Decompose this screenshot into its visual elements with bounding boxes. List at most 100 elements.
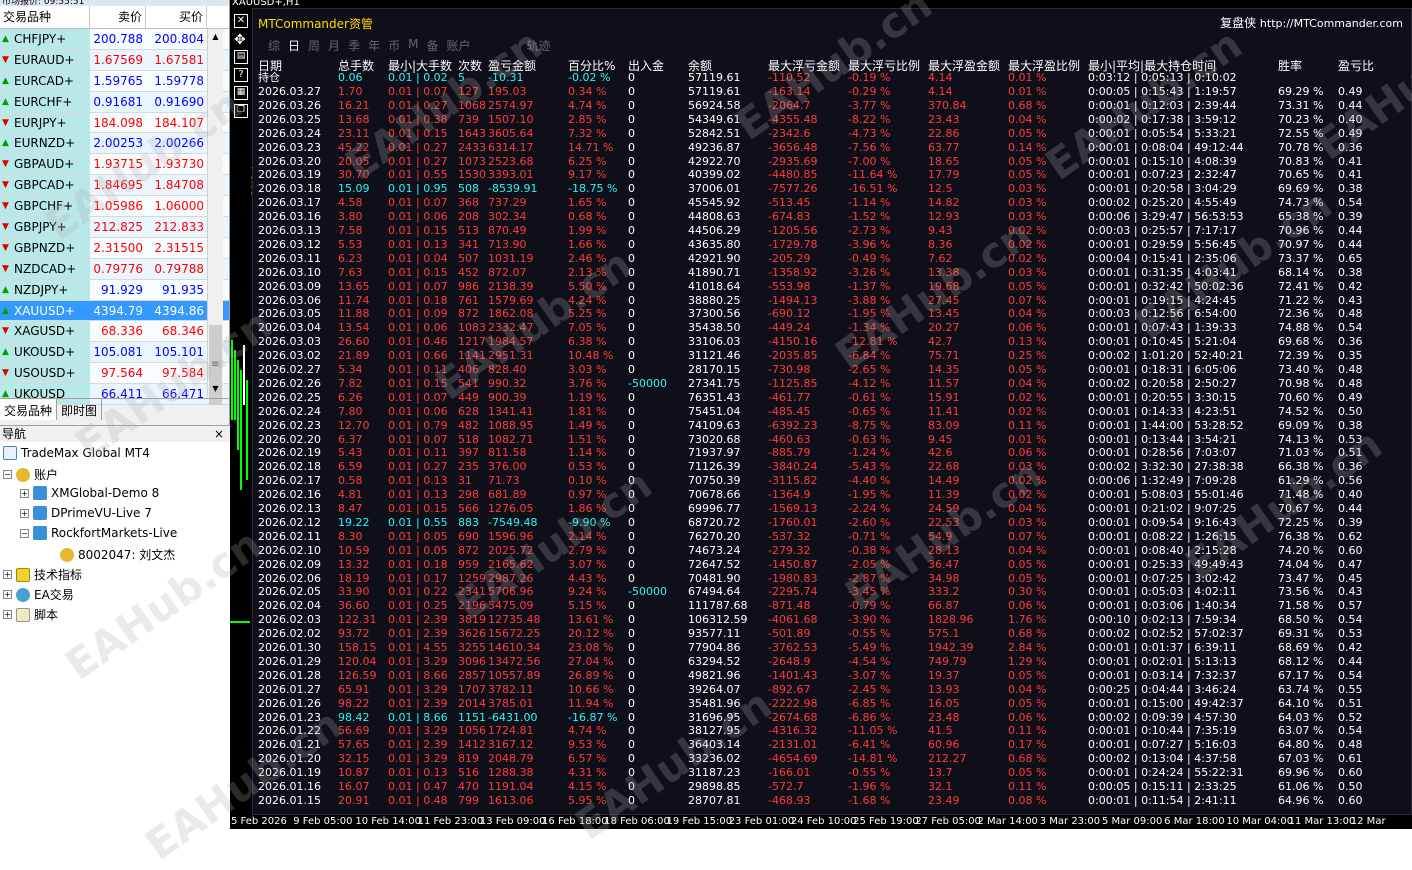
row-cell: 0.56 xyxy=(1338,474,1363,488)
column-header: 胜率 xyxy=(1278,59,1303,73)
row-cell: 0.44 xyxy=(1338,654,1363,668)
window-icon[interactable]: ❐ xyxy=(234,104,248,118)
tree-indicators[interactable]: + 技术指标 xyxy=(3,566,82,583)
row-cell: 74.20 % xyxy=(1278,543,1324,557)
row-cell: -501.89 xyxy=(768,627,811,641)
tree-ea[interactable]: + EA交易 xyxy=(3,586,74,603)
period-tab[interactable]: 月 xyxy=(328,37,340,54)
expand-icon[interactable]: + xyxy=(3,610,12,619)
tree-root[interactable]: TradeMax Global MT4 xyxy=(3,446,150,460)
row-cell: 27341.75 xyxy=(688,376,741,390)
row-cell: 0.05 % xyxy=(1008,766,1047,780)
up-arrow-icon: ▲ xyxy=(2,33,9,44)
tree-server-rockfort[interactable]: − RockfortMarkets-Live xyxy=(20,526,177,540)
list-icon[interactable]: ▤ xyxy=(234,50,248,64)
scroll-up-arrow-icon[interactable]: ▲ xyxy=(208,29,223,44)
market-watch-row[interactable]: ▼ EURJPY+ 184.098 184.107 xyxy=(0,112,229,134)
row-cell: 127 xyxy=(458,85,479,98)
market-watch-row[interactable]: ▲ NZDJPY+ 91.929 91.935 xyxy=(0,279,229,301)
header-symbol[interactable]: 交易品种 xyxy=(0,6,90,28)
period-tab[interactable]: 年 xyxy=(368,37,380,54)
chart-window[interactable]: XAUUSD+,H1 ✕ ✥ ▤ ? ▦ ❐ V 8.08 MTCommande… xyxy=(230,0,1412,829)
header-ask[interactable]: 买价 xyxy=(146,6,207,28)
grid-icon[interactable]: ▦ xyxy=(234,86,248,100)
row-cell: 2026.03.10 xyxy=(258,265,321,279)
symbol-label: GBPAUD+ xyxy=(14,157,75,172)
tree-server-dprime[interactable]: + DPrimeVU-Live 7 xyxy=(20,506,152,520)
row-cell: 2026.01.22 xyxy=(258,724,321,738)
scroll-down-arrow-icon[interactable]: ▼ xyxy=(208,381,223,396)
row-cell: 12.93 xyxy=(928,210,960,224)
market-watch-row[interactable]: ▲ EURCHF+ 0.91681 0.91690 xyxy=(0,91,229,113)
tab-tick-chart[interactable]: 即时图 xyxy=(57,399,103,420)
expand-icon[interactable]: + xyxy=(20,508,29,518)
header-bid[interactable]: 卖价 xyxy=(90,6,146,28)
tree-scripts[interactable]: + 脚本 xyxy=(3,606,58,623)
expand-icon[interactable]: + xyxy=(3,590,12,599)
market-watch-row[interactable]: ▲ UKOUSD+ 105.081 105.101 xyxy=(0,342,229,364)
market-watch-row[interactable]: ▼ GBPCAD+ 1.84695 1.84708 xyxy=(0,175,229,197)
close-icon[interactable]: ✕ xyxy=(234,14,248,28)
row-cell: 0.49 xyxy=(1338,390,1363,404)
row-cell: 68720.72 xyxy=(688,515,741,529)
period-tab[interactable]: 季 xyxy=(348,37,360,54)
period-tab[interactable]: 日 xyxy=(288,37,300,54)
row-cell: 0 xyxy=(628,599,635,613)
period-tab[interactable]: 周 xyxy=(308,37,320,54)
collapse-icon[interactable]: − xyxy=(20,528,29,538)
market-watch-scrollbar[interactable]: ▲ ≡ ▼ xyxy=(207,29,223,405)
tree-server-xm[interactable]: + XMGlobal-Demo 8 xyxy=(20,486,159,500)
row-cell: 0 xyxy=(628,404,635,418)
market-watch-row[interactable]: ▲ CHFJPY+ 200.788 200.804 xyxy=(0,29,229,50)
period-tab[interactable]: 轨迹 xyxy=(527,37,551,54)
tab-symbols[interactable]: 交易品种 xyxy=(0,399,58,420)
expand-icon[interactable]: + xyxy=(20,488,29,498)
market-watch-row[interactable]: ▼ GBPNZD+ 2.31500 2.31515 xyxy=(0,237,229,259)
tree-account-item[interactable]: 8002047: 刘文杰 xyxy=(60,546,175,563)
market-watch-row[interactable]: ▼ XAGUSD+ 68.336 68.346 xyxy=(0,321,229,343)
row-cell: 0.42 xyxy=(1338,279,1363,293)
time-axis-label: 16 Feb 18:00 xyxy=(542,816,608,827)
period-tab[interactable]: 备 xyxy=(426,37,438,54)
market-watch-row[interactable]: ▲ EURNZD+ 2.00253 2.00266 xyxy=(0,133,229,155)
market-watch-row[interactable]: ▲ EURCAD+ 1.59765 1.59778 xyxy=(0,70,229,92)
row-cell: 0.05 % xyxy=(1008,696,1047,710)
market-watch-row[interactable]: ▼ USOUSD+ 97.564 97.584 xyxy=(0,363,229,385)
row-cell: 0.04 % xyxy=(1008,376,1047,390)
up-arrow-icon: ▲ xyxy=(2,75,9,86)
ask-cell: 91.935 xyxy=(162,282,204,297)
market-watch-row[interactable]: ▼ EURAUD+ 1.67569 1.67581 xyxy=(0,49,229,71)
replay-url[interactable]: http://MTCommander.com xyxy=(1260,17,1403,30)
collapse-icon[interactable]: − xyxy=(3,470,12,479)
market-watch-row[interactable]: ▼ GBPAUD+ 1.93715 1.93730 xyxy=(0,154,229,176)
row-cell: 6.59 xyxy=(338,460,363,474)
period-tab[interactable]: 币 xyxy=(388,37,400,54)
market-watch-row[interactable]: ▼ NZDCAD+ 0.79776 0.79788 xyxy=(0,258,229,280)
market-watch-row[interactable]: ▼ GBPCHF+ 1.05986 1.06000 xyxy=(0,196,229,218)
period-tab[interactable]: 账户 xyxy=(446,37,470,54)
row-cell: 6314.17 xyxy=(488,140,534,154)
row-cell: 76.38 % xyxy=(1278,529,1324,543)
row-cell: 737.29 xyxy=(488,196,527,210)
row-cell: 508 xyxy=(458,182,479,196)
row-cell: 4.58 xyxy=(338,196,363,210)
row-cell: 1.99 % xyxy=(568,224,607,237)
period-tab[interactable]: M xyxy=(408,37,418,54)
terminal-icon xyxy=(3,446,17,460)
row-cell: 0.11 % xyxy=(1008,418,1047,432)
tree-accounts[interactable]: − 账户 xyxy=(3,466,58,483)
row-cell: -205.29 xyxy=(768,251,811,265)
market-watch-row[interactable]: ▲ XAUUSD+ 4394.79 4394.86 xyxy=(0,300,229,322)
expand-icon[interactable]: + xyxy=(3,570,12,579)
move-icon[interactable]: ✥ xyxy=(234,32,250,48)
market-watch-row[interactable]: ▼ GBPJPY+ 212.825 212.833 xyxy=(0,217,229,238)
close-icon[interactable]: × xyxy=(214,426,224,442)
row-cell: 2026.02.10 xyxy=(258,543,321,557)
row-cell: 28707.81 xyxy=(688,793,741,807)
period-tab[interactable]: 综 xyxy=(268,37,280,54)
replay-link-group[interactable]: 复盘侠 http://MTCommander.com xyxy=(1220,14,1403,31)
time-axis-label: 27 Feb 05:00 xyxy=(915,816,981,827)
help-icon[interactable]: ? xyxy=(234,68,248,82)
row-cell: 0.01 | 0.95 xyxy=(388,182,448,196)
row-cell: 799 xyxy=(458,793,479,807)
